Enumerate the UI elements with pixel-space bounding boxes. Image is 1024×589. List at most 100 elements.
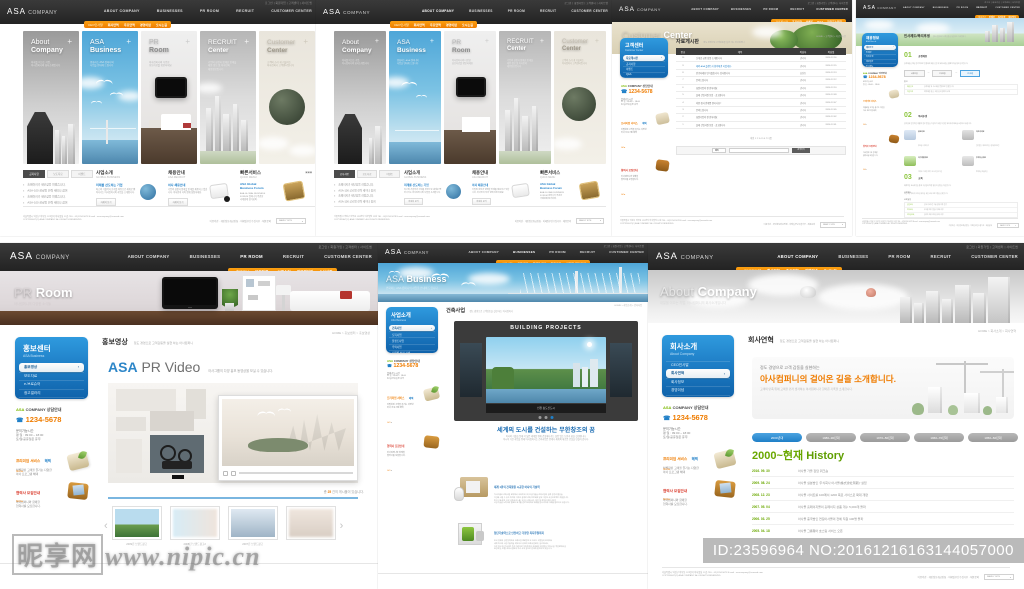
index-column-pr[interactable]: PR Room 아사컴퍼니의 다양한 홍보자료를 확인하세요 + (444, 31, 496, 164)
utility-links[interactable]: 로그인 | 회원가입 | 고객센터 | 사이트맵 (564, 1, 608, 5)
progress-bar[interactable] (239, 472, 353, 474)
plus-icon[interactable]: + (595, 38, 599, 45)
table-row[interactable]: 1 올해 신입사원 모집 - 공고합니다 관리자 2016.12.01 (676, 122, 846, 129)
nav-about[interactable]: ABOUT COMPANY (903, 7, 925, 9)
subnav-item-1[interactable]: 회사연혁 (108, 23, 119, 27)
table-row[interactable]: 4 이번 행사 언제쯤 열리나요? 관리자 2016.12.07 (676, 99, 846, 107)
nav-about[interactable]: ABOUT COMPANY (468, 250, 499, 254)
nav-recruit[interactable]: RECRUIT (790, 8, 804, 11)
nav-recruit[interactable]: RECRUIT (283, 254, 304, 259)
local-nav[interactable]: 사업소개 ASA Business 건축사업 › 토목사업 플랜트사업 주택사업… (386, 307, 438, 353)
lnb-item-1[interactable]: 회사연혁 › (666, 369, 730, 378)
site-logo[interactable]: ASA COMPANY (619, 6, 661, 13)
utility-links[interactable]: 로그인 | 회원가입 | 고객센터 | 사이트맵 (966, 245, 1018, 249)
subnav-item-3[interactable]: 경영이념 (140, 23, 151, 27)
nav-customer[interactable]: CUSTOMER CENTER (324, 254, 372, 259)
footer-links[interactable]: 이용약관 · 개인정보취급방침 · 이메일무단수집거부 · 채용문의 (515, 219, 571, 223)
cell-title[interactable]: 안녕하세요 반가웠습니다. 감사합니다 (690, 71, 790, 75)
notice-item[interactable]: ASA-100 글로벌 전략 세미나 참여 (23, 200, 93, 206)
lnb-item-4[interactable]: 수상실적 (19, 397, 84, 399)
search-button[interactable]: 검색하기 (792, 147, 810, 154)
nav-about[interactable]: ABOUT COMPANY (104, 9, 140, 13)
site-logo[interactable]: ASA COMPANY (385, 249, 429, 256)
global-nav[interactable]: ABOUT COMPANY BUSINESSES PR ROOM RECRUIT… (468, 250, 644, 254)
lnb-item-3[interactable]: 광고갤러리 (19, 388, 84, 398)
lnb-item-4[interactable]: 사업별 실적 검색 (389, 349, 435, 353)
notice-tabs[interactable]: 공지사항 보도자료 이벤트 (334, 170, 401, 178)
lnb-item-3[interactable]: 경영이념 (666, 386, 730, 394)
global-nav[interactable]: ABOUT COMPANY BUSINESSES PR ROOM RECRUIT… (104, 9, 312, 13)
notice-tab-1[interactable]: 보도자료 (356, 170, 378, 178)
notice-tab-2[interactable]: 이벤트 (71, 170, 93, 178)
lnb-item-4[interactable]: 인사제도 (864, 63, 896, 67)
global-nav[interactable]: ABOUT COMPANY BUSINESSES PR ROOM RECRUIT… (422, 9, 608, 13)
play-button[interactable] (223, 470, 228, 476)
nav-pr[interactable]: PR ROOM (763, 8, 778, 11)
promo2-go[interactable]: GO ▸ (16, 499, 23, 503)
lnb-item-0[interactable]: 홍보영상 › (19, 363, 84, 372)
lnb-item-4[interactable]: 자주묻는질문 (623, 77, 665, 78)
nav-businesses[interactable]: BUSINESSES (933, 7, 949, 9)
site-logo[interactable]: ASA COMPANY (656, 251, 714, 262)
cell-title[interactable]: 문의드립니다 (690, 78, 790, 82)
table-row[interactable]: 2 회원가입이 잘 안되네요 관리자 2016.12.02 (676, 114, 846, 122)
subnav-item-2[interactable]: 주요연혁 (124, 23, 135, 27)
utility-links[interactable]: 로그인 | 회원가입 | 고객센터 | 사이트맵 (604, 244, 644, 248)
subnav-item-0[interactable]: CEO인사말 (394, 23, 409, 27)
cell-title[interactable]: 이번 행사 언제쯤 열리나요? (690, 101, 790, 105)
promo2-go[interactable]: GO▸ (863, 169, 867, 171)
nav-pr[interactable]: PR ROOM (549, 250, 565, 254)
cell-title[interactable]: 문의드립니다 (690, 108, 790, 112)
plus-icon[interactable]: + (185, 38, 190, 46)
nav-customer[interactable]: CUSTOMER CENTER (995, 7, 1020, 9)
footer-links[interactable]: 이용약관 · 개인정보취급방침 · 이메일무단수집거부 · 채용문의 (949, 225, 992, 227)
local-nav[interactable]: 채용정보 ASA Recruit 채용공고 › 인재상 복리후생 채용절차 인사… (862, 33, 898, 67)
carousel-dots[interactable] (538, 416, 554, 419)
promo1-go[interactable]: GO▸ (621, 147, 625, 149)
plus-icon[interactable]: + (303, 38, 308, 46)
index-column-business[interactable]: ASA Business 변화하는 ASA 컴퍼니의 사업을 안내해 드립니다 … (82, 31, 138, 164)
more-button[interactable]: 자세히 보기 (404, 198, 423, 205)
nav-pr[interactable]: PR ROOM (200, 9, 219, 13)
nav-recruit[interactable]: RECRUIT (931, 254, 952, 259)
video-controls[interactable] (223, 469, 353, 477)
breadcrumb[interactable]: HOME > 사업소개 > 건축사업 (614, 303, 642, 307)
subnav-item-1[interactable]: 회사연혁 (414, 23, 425, 27)
index-column-recruit[interactable]: RECRUIT Center 기업의 성장과 함께한 인재들 채용 정보 및 아… (499, 31, 551, 164)
nav-pr[interactable]: PR ROOM (957, 7, 969, 9)
notice-tab-1[interactable]: 보도자료 (47, 170, 69, 178)
nav-businesses[interactable]: BUSINESSES (157, 9, 183, 13)
site-logo[interactable]: ASA COMPANY (863, 5, 897, 11)
nav-pr[interactable]: PR ROOM (508, 9, 525, 13)
carousel-prev-icon[interactable]: ‹ (104, 520, 108, 532)
plus-icon[interactable]: + (126, 38, 131, 46)
lnb-item-4[interactable]: 오시는길 (666, 394, 730, 397)
lnb-item-0[interactable]: CEO인사말 (666, 361, 730, 369)
local-nav[interactable]: 회사소개 About Company CEO인사말 회사연혁 › 회사정보 경영… (662, 335, 734, 397)
notice-item[interactable]: ASA-100 글로벌 전략 세미나 참여 (334, 199, 400, 205)
more-button[interactable]: 자세히 보기 (472, 198, 491, 205)
table-row[interactable]: 5 올해 신입사원 모집 - 공고합니다 관리자 2016.12.09 (676, 92, 846, 100)
footer-links[interactable]: 이용약관 · 개인정보취급방침 · 이메일무단수집거부 · 채용문의 (918, 575, 979, 579)
local-nav[interactable]: 고객센터 Customer Center 자료게시판 › 공지사항 이벤트 Q&… (620, 38, 668, 78)
global-nav[interactable]: ABOUT COMPANY BUSINESSES PR ROOM RECRUIT… (128, 254, 372, 259)
nav-businesses[interactable]: BUSINESSES (190, 254, 221, 259)
cell-title[interactable]: 올해 신입사원 모집 - 공고합니다 (690, 93, 790, 97)
history-tabs[interactable]: 2000년대 1980~90년대 1970~80년대 1960~70년대 195… (752, 433, 1018, 442)
table-row[interactable]: 9 해외 ASA 플랜트사 협약체결 하였네요.. 관리자 2016.12.15 (676, 62, 846, 70)
lnb-item-1[interactable]: 보도자료 (19, 371, 84, 381)
nav-pr[interactable]: PR ROOM (240, 254, 263, 259)
nav-recruit[interactable]: RECRUIT (976, 7, 987, 9)
video-player[interactable] (218, 395, 358, 481)
index-column-customer[interactable]: Customer Center 고객의 소리 귀 기울이는 아사컴퍼니 고객센터… (259, 31, 315, 164)
cell-title[interactable]: 해외 ASA 플랜트사 협약체결 하였네요.. (690, 64, 790, 68)
history-tab-3[interactable]: 1960~70년대 (914, 433, 964, 442)
index-column-pr[interactable]: PR Room 아사컴퍼니의 다양한 홍보자료를 확인하세요 + (141, 31, 197, 164)
family-site-select[interactable]: FAMILY SITE ▾ (997, 223, 1019, 228)
global-nav[interactable]: ABOUT COMPANY BUSINESSES PR ROOM RECRUIT… (777, 254, 1018, 259)
nav-about[interactable]: ABOUT COMPANY (422, 9, 454, 13)
nav-about[interactable]: ABOUT COMPANY (691, 8, 719, 11)
plus-icon[interactable]: + (540, 38, 544, 45)
notice-tab-0[interactable]: 공지사항 (334, 170, 355, 178)
plus-icon[interactable]: + (244, 38, 249, 46)
